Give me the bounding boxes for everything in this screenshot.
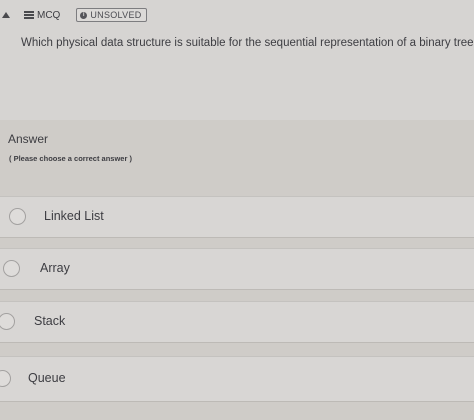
info-icon: i — [80, 11, 88, 19]
answer-option-array[interactable]: Array — [0, 248, 474, 290]
option-label: Stack — [34, 314, 66, 328]
list-icon — [24, 11, 34, 19]
collapse-arrow-icon[interactable] — [2, 12, 10, 18]
question-panel: MCQ i UNSOLVED Which physical data struc… — [0, 0, 474, 120]
question-header: MCQ i UNSOLVED — [0, 6, 147, 24]
question-type-label: MCQ — [37, 9, 61, 21]
radio-button[interactable] — [3, 260, 20, 277]
radio-button[interactable] — [9, 208, 26, 225]
option-label: Array — [40, 261, 70, 275]
answer-heading: Answer — [8, 132, 49, 146]
status-label: UNSOLVED — [90, 10, 142, 20]
radio-button[interactable] — [0, 370, 11, 387]
question-text: Which physical data structure is suitabl… — [21, 37, 474, 49]
option-label: Linked List — [44, 209, 104, 223]
status-badge: i UNSOLVED — [76, 8, 147, 22]
option-label: Queue — [28, 371, 66, 385]
question-type-tag: MCQ — [24, 10, 60, 21]
answer-option-queue[interactable]: Queue — [0, 356, 474, 402]
answer-option-stack[interactable]: Stack — [0, 301, 474, 343]
radio-button[interactable] — [0, 313, 15, 330]
answer-hint: ( Please choose a correct answer ) — [9, 154, 132, 163]
answer-option-linked-list[interactable]: Linked List — [0, 196, 474, 238]
